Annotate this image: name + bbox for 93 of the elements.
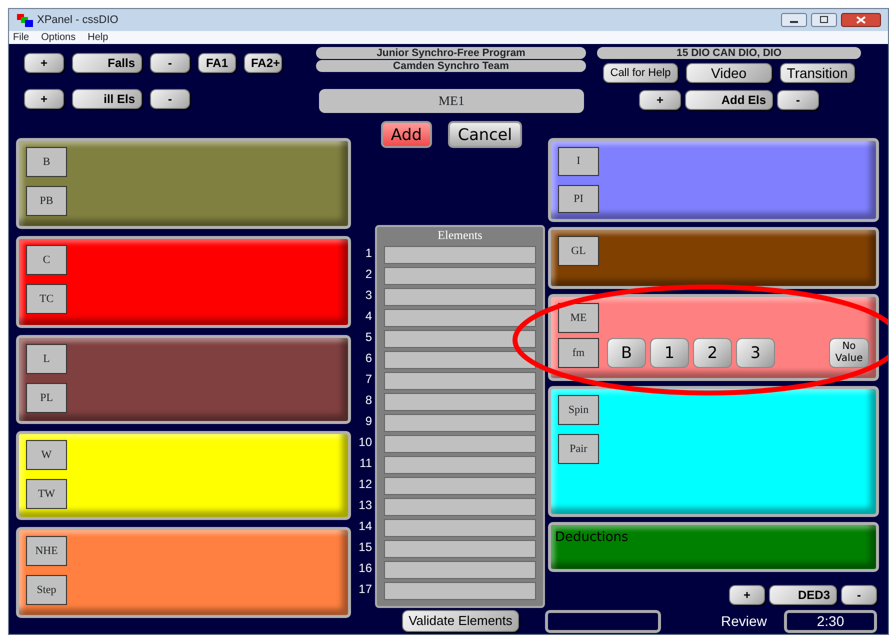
element-slot[interactable] bbox=[384, 267, 536, 285]
row-number: 5 bbox=[364, 329, 373, 346]
button[interactable]: - bbox=[841, 585, 877, 605]
app-icon bbox=[17, 14, 33, 26]
minimize-icon[interactable] bbox=[781, 13, 807, 27]
row-number: 13 bbox=[358, 497, 373, 514]
element-tag[interactable]: W bbox=[26, 440, 67, 470]
maximize-icon[interactable] bbox=[811, 13, 837, 27]
button[interactable]: - bbox=[150, 89, 190, 109]
button[interactable]: FA1 bbox=[198, 53, 236, 73]
menu-item[interactable]: Help bbox=[88, 31, 108, 44]
element-tag[interactable]: Pair bbox=[558, 434, 599, 464]
row-number: 7 bbox=[364, 371, 373, 388]
element-slot[interactable] bbox=[384, 330, 536, 348]
no-value-button[interactable]: No Value bbox=[829, 338, 869, 368]
element-slot[interactable] bbox=[384, 372, 536, 390]
element-tag[interactable]: I bbox=[558, 147, 599, 176]
element-tag[interactable]: B bbox=[26, 147, 67, 177]
menu-item[interactable]: File bbox=[13, 31, 30, 44]
button[interactable]: - bbox=[150, 53, 190, 73]
element-slot[interactable] bbox=[384, 288, 536, 306]
button[interactable]: Video bbox=[686, 63, 772, 83]
button[interactable]: + bbox=[729, 585, 765, 605]
button[interactable]: Transition bbox=[780, 63, 855, 83]
skater-label: 15 DIO CAN DIO, DIO bbox=[597, 47, 861, 59]
element-field[interactable]: ME1 bbox=[319, 89, 584, 113]
row-number: 11 bbox=[358, 455, 373, 472]
element-tag[interactable]: TC bbox=[26, 284, 67, 314]
element-tag[interactable]: L bbox=[26, 344, 67, 374]
row-number: 9 bbox=[364, 413, 373, 430]
element-slot[interactable] bbox=[384, 393, 536, 411]
empty-field[interactable] bbox=[545, 610, 661, 633]
time-display: 2:30 bbox=[784, 610, 877, 633]
element-tag[interactable]: NHE bbox=[26, 536, 67, 566]
row-number: 16 bbox=[358, 560, 373, 577]
row-number: 14 bbox=[358, 518, 373, 535]
button[interactable]: Call for Help bbox=[603, 63, 678, 83]
row-number: 12 bbox=[358, 476, 373, 493]
element-tag[interactable]: C bbox=[26, 245, 67, 275]
button[interactable]: ill Els bbox=[72, 89, 142, 109]
button[interactable]: Falls bbox=[72, 53, 142, 73]
element-slot[interactable] bbox=[384, 519, 536, 537]
add-button[interactable]: Add bbox=[380, 121, 432, 148]
element-slot[interactable] bbox=[384, 498, 536, 516]
button[interactable]: + bbox=[639, 90, 681, 110]
value-button[interactable]: 3 bbox=[736, 338, 775, 368]
element-tag[interactable]: TW bbox=[26, 479, 67, 509]
value-button[interactable]: 2 bbox=[693, 338, 732, 368]
elements-title: Elements bbox=[436, 227, 484, 243]
review-label: Review bbox=[721, 612, 767, 631]
window-title: XPanel - cssDIO bbox=[37, 12, 118, 28]
element-tag[interactable]: fm bbox=[558, 338, 599, 368]
row-number: 6 bbox=[364, 350, 373, 367]
element-slot[interactable] bbox=[384, 456, 536, 474]
element-slot[interactable] bbox=[384, 435, 536, 453]
row-number: 3 bbox=[364, 287, 373, 304]
element-slot[interactable] bbox=[384, 246, 536, 264]
element-tag[interactable]: Step bbox=[26, 575, 67, 605]
row-number: 8 bbox=[364, 392, 373, 409]
element-slot[interactable] bbox=[384, 582, 536, 600]
row-number: 1 bbox=[364, 245, 373, 262]
button[interactable]: Add Els bbox=[685, 90, 773, 110]
element-tag[interactable]: PI bbox=[558, 184, 599, 213]
button[interactable]: FA2+ bbox=[244, 53, 282, 73]
value-button[interactable]: B bbox=[607, 338, 646, 368]
value-button[interactable]: 1 bbox=[650, 338, 689, 368]
button[interactable]: + bbox=[24, 53, 64, 73]
row-number: 10 bbox=[358, 434, 373, 451]
button[interactable]: - bbox=[777, 90, 819, 110]
row-number: 15 bbox=[358, 539, 373, 556]
close-icon[interactable] bbox=[841, 13, 881, 27]
row-number: 4 bbox=[364, 308, 373, 325]
element-slot[interactable] bbox=[384, 540, 536, 558]
element-slot[interactable] bbox=[384, 414, 536, 432]
button[interactable]: DED3 bbox=[769, 585, 837, 605]
element-slot[interactable] bbox=[384, 309, 536, 327]
element-tag[interactable]: PL bbox=[26, 383, 67, 413]
element-tag[interactable]: PB bbox=[26, 186, 67, 216]
program-label: Junior Synchro-Free Program bbox=[316, 47, 586, 59]
team-label: Camden Synchro Team bbox=[316, 60, 586, 72]
row-number: 17 bbox=[358, 581, 373, 598]
button[interactable]: + bbox=[24, 89, 64, 109]
validate-button[interactable]: Validate Elements bbox=[402, 610, 520, 632]
row-number: 2 bbox=[364, 266, 373, 283]
element-tag[interactable]: Spin bbox=[558, 395, 599, 425]
element-slot[interactable] bbox=[384, 351, 536, 369]
menu-item[interactable]: Options bbox=[41, 31, 76, 44]
cancel-button[interactable]: Cancel bbox=[448, 121, 522, 148]
element-slot[interactable] bbox=[384, 477, 536, 495]
panel-title: Deductions bbox=[555, 529, 630, 547]
element-tag[interactable]: ME bbox=[558, 303, 599, 333]
element-slot[interactable] bbox=[384, 561, 536, 579]
element-tag[interactable]: GL bbox=[558, 236, 599, 266]
